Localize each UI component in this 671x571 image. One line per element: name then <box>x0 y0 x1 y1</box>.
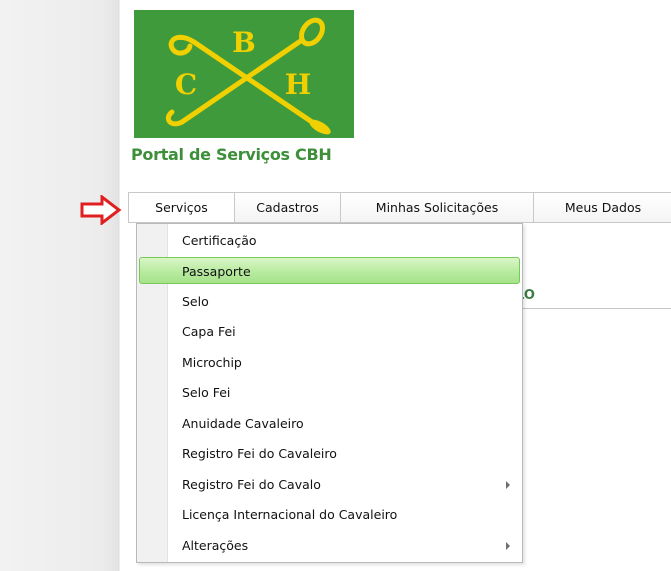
menu-item-anuidade-cavaleiro[interactable]: Anuidade Cavaleiro <box>139 410 520 437</box>
menu-item-label: Licença Internacional do Cavaleiro <box>182 507 398 522</box>
portal-title: Portal de Serviços CBH <box>131 145 332 164</box>
menu-item-label: Registro Fei do Cavaleiro <box>182 446 337 461</box>
menu-item-alteracoes[interactable]: Alterações <box>139 532 520 559</box>
logo-letter-h: H <box>285 68 311 101</box>
submenu-arrow-icon <box>506 542 510 550</box>
menu-item-microchip[interactable]: Microchip <box>139 349 520 376</box>
heading-divider <box>519 308 671 309</box>
menu-item-licenca-internacional[interactable]: Licença Internacional do Cavaleiro <box>139 501 520 528</box>
menu-servicos[interactable]: Serviços <box>129 193 235 222</box>
logo-letter-b: B <box>232 26 256 59</box>
menu-item-certificacao[interactable]: Certificação <box>139 227 520 254</box>
servicos-dropdown: Certificação Passaporte Selo Capa Fei Mi… <box>136 223 523 563</box>
logo-letter-c: C <box>175 68 197 101</box>
menu-item-capa-fei[interactable]: Capa Fei <box>139 318 520 345</box>
menu-cadastros[interactable]: Cadastros <box>235 193 341 222</box>
menu-item-label: Microchip <box>182 355 242 370</box>
menu-item-label: Alterações <box>182 538 249 553</box>
menu-item-label: Registro Fei do Cavalo <box>182 477 321 492</box>
menu-item-label: Selo <box>182 294 209 309</box>
menu-item-label: Capa Fei <box>182 324 236 339</box>
left-edge <box>118 0 120 571</box>
submenu-arrow-icon <box>506 481 510 489</box>
menu-item-passaporte[interactable]: Passaporte <box>139 257 520 284</box>
menu-minhas-solicitacoes[interactable]: Minhas Solicitações <box>341 193 534 222</box>
menu-item-registro-fei-cavalo[interactable]: Registro Fei do Cavalo <box>139 471 520 498</box>
cbh-logo: B C H <box>134 10 354 138</box>
menu-item-registro-fei-cavaleiro[interactable]: Registro Fei do Cavaleiro <box>139 440 520 467</box>
menu-item-label: Passaporte <box>182 264 251 279</box>
red-arrow-icon <box>80 195 122 225</box>
main-menubar: Serviços Cadastros Minhas Solicitações M… <box>128 192 671 223</box>
menu-meus-dados[interactable]: Meus Dados <box>534 193 671 222</box>
menu-item-label: Certificação <box>182 233 257 248</box>
menu-item-selo[interactable]: Selo <box>139 288 520 315</box>
left-shade <box>0 0 120 571</box>
menu-item-selo-fei[interactable]: Selo Fei <box>139 379 520 406</box>
menu-item-label: Anuidade Cavaleiro <box>182 416 304 431</box>
menu-item-label: Selo Fei <box>182 385 231 400</box>
